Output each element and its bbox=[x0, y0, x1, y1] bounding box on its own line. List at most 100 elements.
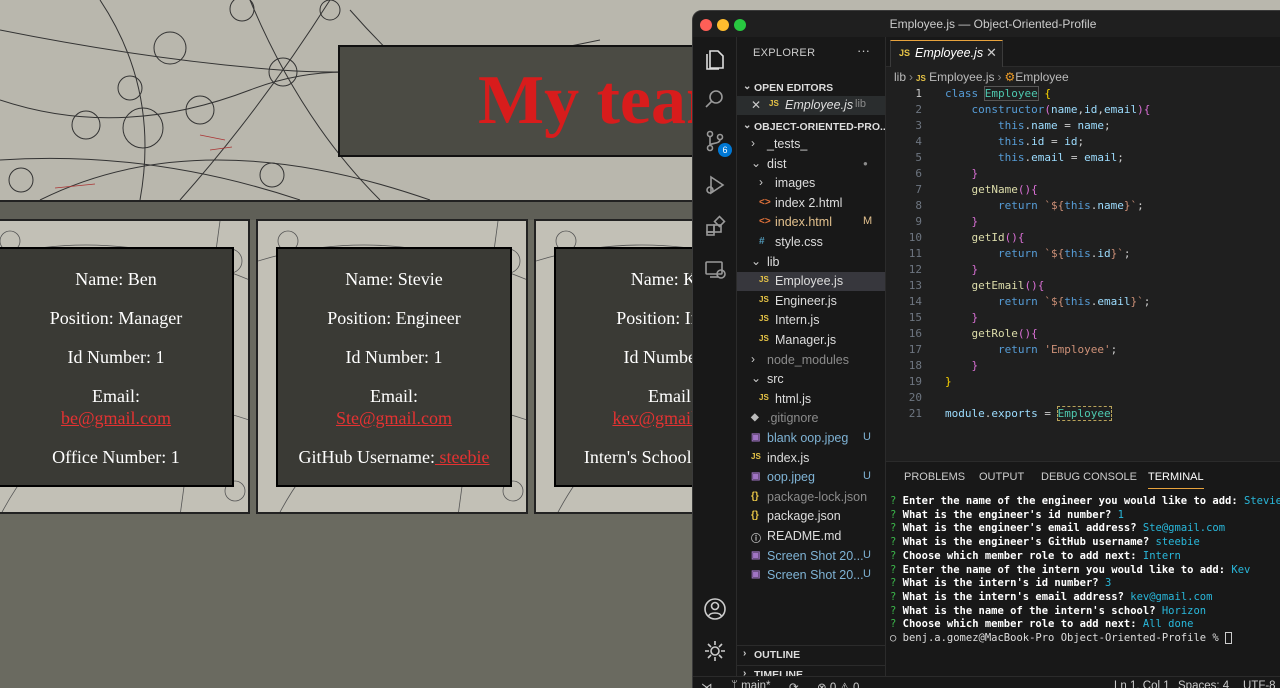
code-line: 8 return `${this.name}`; bbox=[915, 199, 1144, 212]
code-line: 14 return `${this.email}`; bbox=[908, 295, 1151, 308]
code-line: 17 return 'Employee'; bbox=[908, 343, 1118, 356]
tree-file-item[interactable]: JS html.js bbox=[737, 390, 885, 409]
html-file-icon: <> bbox=[759, 216, 771, 228]
tree-file-item[interactable]: <> index.html M bbox=[737, 213, 885, 232]
code-line: 10 getId(){ bbox=[908, 231, 1025, 244]
tree-file-item[interactable]: {} package-lock.json bbox=[737, 488, 885, 507]
breadcrumb-file[interactable]: Employee.js bbox=[929, 70, 994, 84]
open-editors-section[interactable]: ⌄ OPEN EDITORS bbox=[737, 79, 885, 97]
code-line: 9 } bbox=[915, 215, 979, 228]
chevron-right-icon: › bbox=[759, 175, 763, 190]
explorer-header: EXPLORER bbox=[753, 47, 816, 59]
tree-item-label: oop.jpeg bbox=[767, 470, 815, 485]
branch-indicator[interactable]: ᛘ main* bbox=[731, 680, 771, 688]
terminal-line: ? What is the engineer's email address? … bbox=[890, 522, 1226, 535]
js-file-icon: JS bbox=[899, 48, 911, 58]
encoding[interactable]: UTF-8 bbox=[1243, 680, 1276, 688]
html-file-icon: <> bbox=[759, 196, 771, 208]
tree-item-label: style.css bbox=[775, 235, 823, 249]
explorer-more-icon[interactable]: ··· bbox=[857, 43, 870, 58]
img-file-icon: ▣ bbox=[751, 432, 761, 443]
terminal-line: ? What is the engineer's id number? 1 bbox=[890, 508, 1124, 521]
git-status-badge: U bbox=[863, 470, 871, 483]
code-line: 16 getRole(){ bbox=[908, 327, 1038, 340]
js-file-icon: JS bbox=[759, 334, 769, 343]
tree-file-item[interactable]: JS Intern.js bbox=[737, 311, 885, 330]
md-file-icon: ⓘ bbox=[751, 534, 761, 545]
account-icon[interactable] bbox=[701, 595, 729, 623]
tree-folder-item[interactable]: ⌄ src bbox=[737, 370, 885, 389]
terminal-line: ? Enter the name of the engineer you wou… bbox=[890, 495, 1280, 507]
tab-terminal[interactable]: TERMINAL bbox=[1148, 471, 1204, 489]
shell-prompt-line[interactable]: ○ benj.a.gomez@MacBook-Pro Object-Orient… bbox=[890, 632, 1280, 646]
tree-file-item[interactable]: <> index 2.html bbox=[737, 194, 885, 213]
remote-explorer-icon[interactable] bbox=[701, 255, 729, 283]
tab-employee-js[interactable]: JS Employee.js ✕ bbox=[890, 40, 1003, 67]
terminal-line: ? Choose which member role to add next: … bbox=[890, 618, 1194, 631]
tree-file-item[interactable]: JS Manager.js bbox=[737, 331, 885, 350]
tree-file-item[interactable]: # style.css bbox=[737, 233, 885, 252]
js-file-icon: JS bbox=[769, 99, 779, 108]
sync-icon[interactable]: ⟳ bbox=[789, 680, 799, 688]
employee-id: Id Number: 1 bbox=[67, 347, 165, 367]
files-icon[interactable] bbox=[701, 45, 729, 73]
cursor-position[interactable]: Ln 1, Col 1 bbox=[1114, 680, 1170, 688]
run-debug-icon[interactable] bbox=[701, 171, 729, 199]
remote-icon[interactable]: ⋊ bbox=[701, 680, 713, 688]
tree-file-item[interactable]: ▣ Screen Shot 20... U bbox=[737, 547, 885, 566]
search-icon[interactable] bbox=[701, 85, 729, 113]
email-link[interactable]: be@gmail.com bbox=[61, 408, 171, 428]
tree-folder-item[interactable]: › _tests_ bbox=[737, 135, 885, 154]
email-link[interactable]: Ste@gmail.com bbox=[336, 408, 452, 428]
tree-folder-item[interactable]: › images bbox=[737, 174, 885, 193]
github-link[interactable]: steebie bbox=[435, 447, 489, 467]
tree-item-label: Employee.js bbox=[775, 274, 844, 289]
tree-item-label: index.html bbox=[775, 215, 832, 230]
tree-item-label: Intern.js bbox=[775, 313, 820, 328]
github-label: GitHub Username: bbox=[298, 447, 435, 467]
tree-file-item[interactable]: JS Engineer.js bbox=[737, 292, 885, 311]
breadcrumb-folder[interactable]: lib bbox=[894, 70, 906, 84]
tree-file-item[interactable]: ◆ .gitignore bbox=[737, 409, 885, 428]
tree-file-item[interactable]: ▣ Screen Shot 20... U bbox=[737, 566, 885, 585]
terminal-line: ? What is the intern's email address? ke… bbox=[890, 590, 1213, 603]
vscode-window: Employee.js — Object-Oriented-Profile 6 bbox=[692, 10, 1280, 688]
tree-item-label: Screen Shot 20... bbox=[767, 548, 864, 563]
outline-section[interactable]: › OUTLINE bbox=[737, 645, 885, 663]
tab-output[interactable]: OUTPUT bbox=[979, 471, 1024, 483]
settings-gear-icon[interactable] bbox=[701, 637, 729, 665]
tree-file-item[interactable]: JS index.js bbox=[737, 449, 885, 468]
close-icon[interactable]: ✕ bbox=[751, 98, 761, 112]
tab-debug-console[interactable]: DEBUG CONSOLE bbox=[1041, 471, 1137, 483]
project-section[interactable]: ⌄ OBJECT-ORIENTED-PRO... bbox=[737, 118, 885, 136]
extensions-icon[interactable] bbox=[701, 213, 729, 241]
tree-file-item[interactable]: {} package.json bbox=[737, 507, 885, 526]
git-status-badge: U bbox=[863, 548, 871, 561]
tree-folder-item[interactable]: › node_modules bbox=[737, 351, 885, 370]
problems-indicator[interactable]: ⊗ 0 ⚠ 0 bbox=[817, 680, 859, 688]
git-status-badge: M bbox=[863, 215, 873, 228]
activity-bar: 6 bbox=[693, 37, 737, 687]
tree-folder-item[interactable]: ⌄ dist ● bbox=[737, 155, 885, 174]
tree-file-item[interactable]: ▣ oop.jpeg U bbox=[737, 468, 885, 487]
tree-file-item[interactable]: ⓘ README.md bbox=[737, 527, 885, 546]
code-line: 3 this.name = name; bbox=[915, 119, 1111, 132]
tree-file-item[interactable]: JS Employee.js bbox=[737, 272, 885, 292]
css-file-icon: # bbox=[759, 236, 765, 247]
source-control-icon[interactable]: 6 bbox=[701, 127, 732, 157]
team-card-manager: Name: Ben Position: Manager Id Number: 1… bbox=[0, 219, 250, 514]
tab-problems[interactable]: PROBLEMS bbox=[904, 471, 965, 483]
chevron-right-icon: › bbox=[751, 136, 755, 150]
tree-item-label: node_modules bbox=[767, 352, 850, 367]
chevron-down-icon: ⌄ bbox=[751, 155, 762, 170]
tree-item-label: lib bbox=[767, 254, 780, 269]
indentation[interactable]: Spaces: 4 bbox=[1178, 680, 1229, 688]
open-editor-item[interactable]: ✕ JS Employee.js lib bbox=[737, 96, 885, 115]
tree-file-item[interactable]: ▣ blank oop.jpeg U bbox=[737, 429, 885, 448]
tree-item-label: index.js bbox=[767, 450, 810, 465]
code-line: 2 constructor(name,id,email){ bbox=[915, 103, 1151, 116]
terminal-line: ? What is the name of the intern's schoo… bbox=[890, 604, 1207, 617]
close-tab-icon[interactable]: ✕ bbox=[986, 45, 997, 61]
breadcrumb-symbol[interactable]: Employee bbox=[1015, 70, 1068, 84]
tree-folder-item[interactable]: ⌄ lib bbox=[737, 253, 885, 272]
